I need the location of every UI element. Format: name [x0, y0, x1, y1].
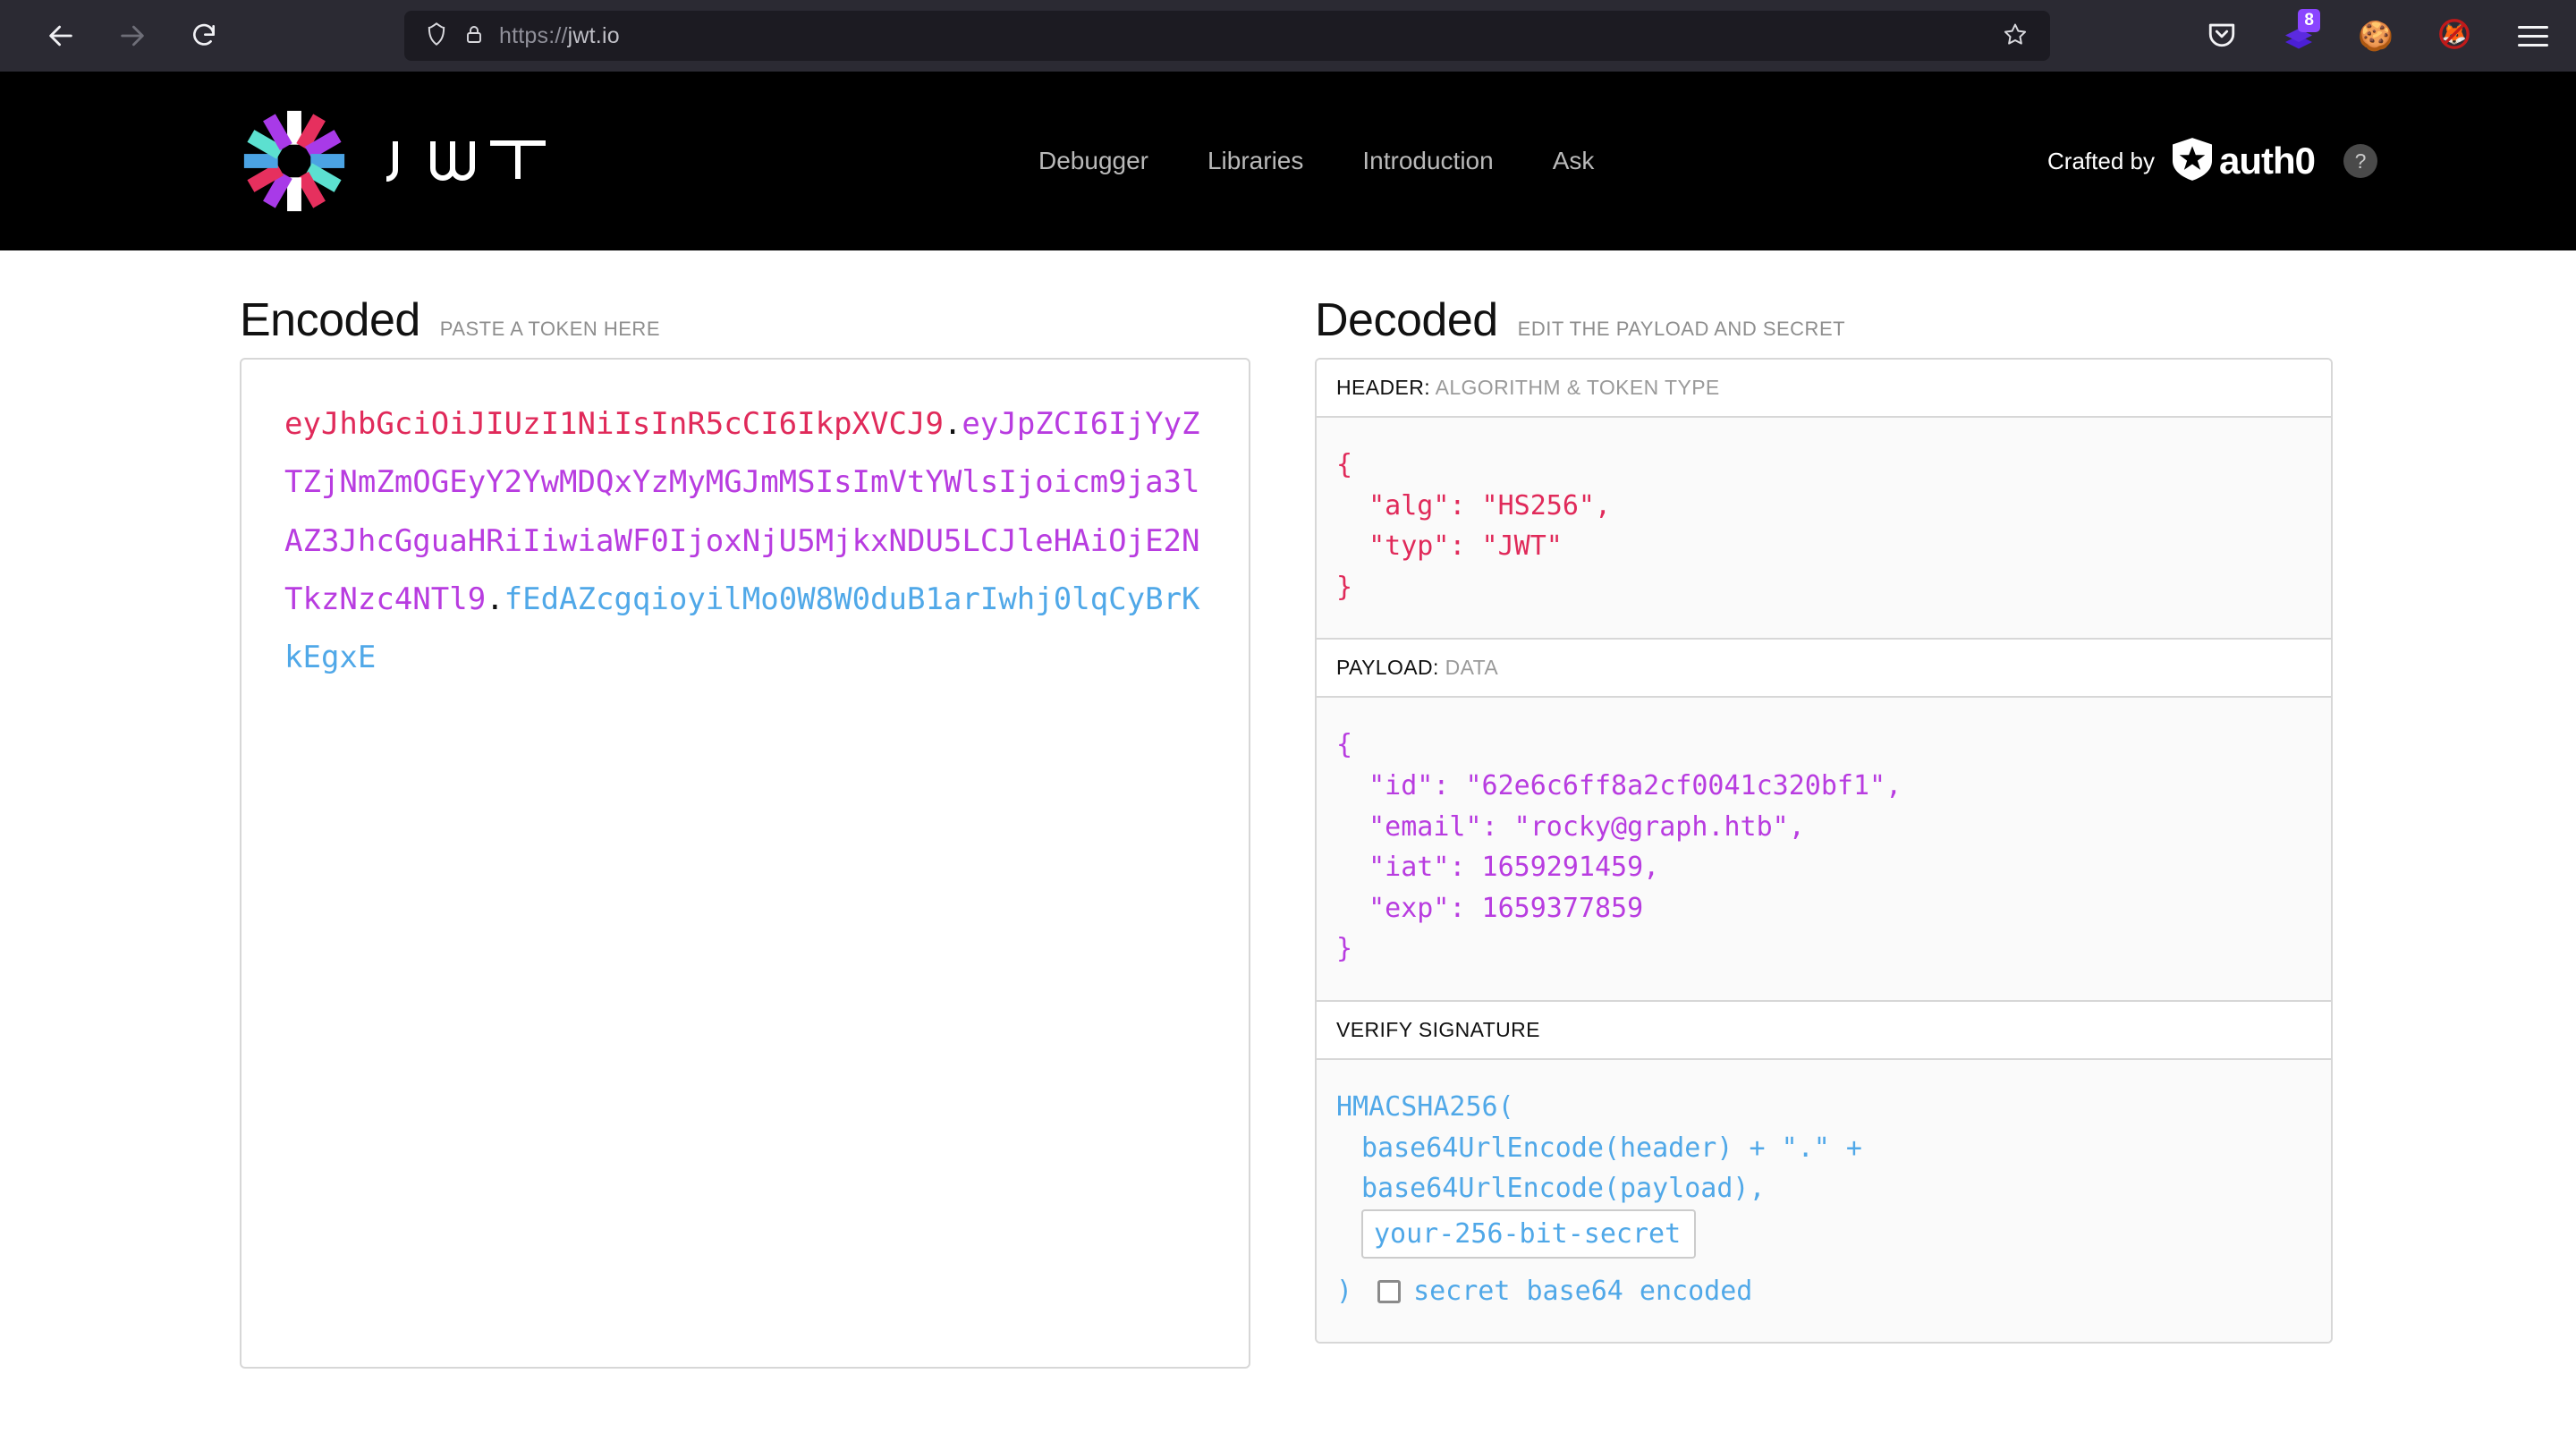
header-panel-label-strong: HEADER:	[1336, 376, 1430, 399]
pocket-icon	[2207, 19, 2237, 54]
crafted-by-label: Crafted by	[2047, 148, 2155, 175]
extension-badge-count: 8	[2298, 9, 2320, 32]
encoded-section-header: Encoded PASTE A TOKEN HERE	[240, 293, 1288, 347]
star-icon	[2003, 21, 2028, 51]
secret-base64-label: secret base64 encoded	[1413, 1271, 1752, 1312]
encoded-subtitle: PASTE A TOKEN HERE	[440, 318, 660, 341]
reload-button[interactable]	[181, 13, 227, 59]
decoded-column: Decoded EDIT THE PAYLOAD AND SECRET HEAD…	[1288, 250, 2576, 1433]
padlock-icon[interactable]	[463, 22, 485, 50]
signature-line-1: HMACSHA256(	[1336, 1087, 2311, 1128]
payload-panel-label-strong: PAYLOAD:	[1336, 656, 1439, 679]
decoded-panels: HEADER: ALGORITHM & TOKEN TYPE { "alg": …	[1315, 358, 2333, 1344]
header-panel-label-muted: ALGORITHM & TOKEN TYPE	[1436, 376, 1720, 399]
signature-panel-label: VERIFY SIGNATURE	[1317, 1002, 2331, 1060]
auth0-logo[interactable]: auth0	[2173, 138, 2315, 185]
help-icon[interactable]: ?	[2343, 144, 2377, 178]
url-bar[interactable]: https://jwt.io	[404, 11, 2050, 61]
payload-panel-label: PAYLOAD: DATA	[1317, 640, 2331, 698]
cookie-extension-button[interactable]: 🍪	[2356, 16, 2395, 55]
browser-nav-buttons	[38, 13, 227, 59]
header-json-editor[interactable]: { "alg": "HS256", "typ": "JWT" }	[1317, 418, 2331, 640]
url-host: jwt.io	[568, 23, 620, 48]
jwt-wordmark	[379, 134, 558, 188]
payload-json-editor[interactable]: { "id": "62e6c6ff8a2cf0041c320bf1", "ema…	[1317, 698, 2331, 1002]
secret-input[interactable]	[1361, 1209, 1696, 1259]
extension-button[interactable]: 8	[2281, 20, 2317, 52]
header-panel-label: HEADER: ALGORITHM & TOKEN TYPE	[1317, 360, 2331, 418]
site-nav: Debugger Libraries Introduction Ask	[1009, 72, 1623, 250]
forward-arrow-icon	[117, 21, 148, 51]
url-text[interactable]: https://jwt.io	[499, 23, 1986, 49]
app-menu-button[interactable]	[2513, 16, 2553, 55]
encoded-column: Encoded PASTE A TOKEN HERE eyJhbGciOiJIU…	[0, 250, 1288, 1433]
signature-line-2: base64UrlEncode(header) + "." +	[1336, 1128, 2311, 1169]
decoded-section-header: Decoded EDIT THE PAYLOAD AND SECRET	[1315, 293, 2576, 347]
jwt-pinwheel-icon	[240, 106, 349, 216]
hamburger-menu-icon	[2518, 26, 2548, 47]
main-content: Encoded PASTE A TOKEN HERE eyJhbGciOiJIU…	[0, 250, 2576, 1433]
shield-icon[interactable]	[424, 21, 449, 51]
back-arrow-icon	[46, 21, 76, 51]
crafted-by-auth0: Crafted by auth0 ?	[2047, 72, 2377, 250]
signature-line-3: base64UrlEncode(payload),	[1336, 1168, 2311, 1209]
secret-base64-checkbox[interactable]	[1377, 1280, 1401, 1303]
forward-button[interactable]	[109, 13, 156, 59]
pocket-button[interactable]	[2202, 16, 2241, 55]
browser-toolbar-right: 8 🍪 🦊	[2202, 0, 2553, 72]
encoded-token-input[interactable]: eyJhbGciOiJIUzI1NiIsInR5cCI6IkpXVCJ9.eyJ…	[240, 358, 1250, 1369]
no-fox-icon: 🦊	[2437, 17, 2471, 55]
back-button[interactable]	[38, 13, 84, 59]
encoded-title: Encoded	[240, 293, 420, 347]
nav-item-debugger[interactable]: Debugger	[1009, 147, 1178, 175]
url-scheme: https://	[499, 23, 568, 48]
jwt-token-text[interactable]: eyJhbGciOiJIUzI1NiIsInR5cCI6IkpXVCJ9.eyJ…	[284, 395, 1206, 687]
closing-paren: )	[1336, 1271, 1352, 1312]
signature-editor: HMACSHA256( base64UrlEncode(header) + ".…	[1317, 1060, 2331, 1342]
reload-icon	[190, 21, 218, 50]
token-dot-1: .	[944, 406, 962, 442]
payload-panel-label-muted: DATA	[1445, 656, 1499, 679]
token-header-segment: eyJhbGciOiJIUzI1NiIsInR5cCI6IkpXVCJ9	[284, 406, 944, 442]
decoded-subtitle: EDIT THE PAYLOAD AND SECRET	[1518, 318, 1845, 341]
nav-item-introduction[interactable]: Introduction	[1333, 147, 1522, 175]
cookie-icon: 🍪	[2358, 21, 2394, 50]
browser-toolbar: https://jwt.io 8 🍪 🦊	[0, 0, 2576, 72]
signature-panel-label-strong: VERIFY SIGNATURE	[1336, 1018, 1540, 1041]
token-dot-2: .	[486, 581, 504, 617]
nofox-extension-button[interactable]: 🦊	[2435, 16, 2474, 55]
auth0-shield-icon	[2173, 138, 2212, 185]
auth0-wordmark: auth0	[2219, 140, 2315, 182]
secret-base64-row: ) secret base64 encoded	[1336, 1271, 2311, 1312]
decoded-title: Decoded	[1315, 293, 1498, 347]
site-header: Debugger Libraries Introduction Ask Craf…	[0, 72, 2576, 250]
nav-item-ask[interactable]: Ask	[1523, 147, 1624, 175]
bookmark-star-button[interactable]	[2000, 21, 2030, 51]
jwt-logo[interactable]	[240, 106, 558, 216]
nav-item-libraries[interactable]: Libraries	[1178, 147, 1333, 175]
